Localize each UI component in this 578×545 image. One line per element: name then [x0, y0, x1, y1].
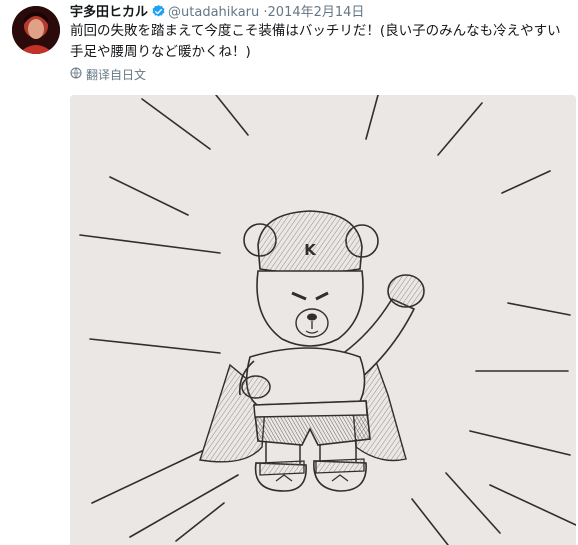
- translate-link[interactable]: 翻译自日文: [70, 67, 146, 83]
- hat-letter: K: [304, 241, 317, 259]
- user-handle[interactable]: @utadahikaru: [168, 5, 259, 20]
- tweet-date[interactable]: 2014年2月14日: [268, 5, 365, 20]
- tweet-image[interactable]: K: [70, 95, 576, 545]
- tweet-text: 前回の失敗を踏まえて今度こそ装備はバッチリだ！(良い子のみんなも冷えやすい手足や…: [70, 23, 561, 60]
- display-name[interactable]: 宇多田ヒカル: [70, 5, 148, 20]
- bear-drawing: K: [70, 95, 576, 545]
- tweet-card: 宇多田ヒカル @utadahikaru ·2014年2月14日 前回の失敗を踏まえ…: [0, 0, 578, 545]
- globe-icon: [70, 67, 82, 83]
- avatar[interactable]: [12, 6, 60, 54]
- translate-label: 翻译自日文: [86, 68, 147, 82]
